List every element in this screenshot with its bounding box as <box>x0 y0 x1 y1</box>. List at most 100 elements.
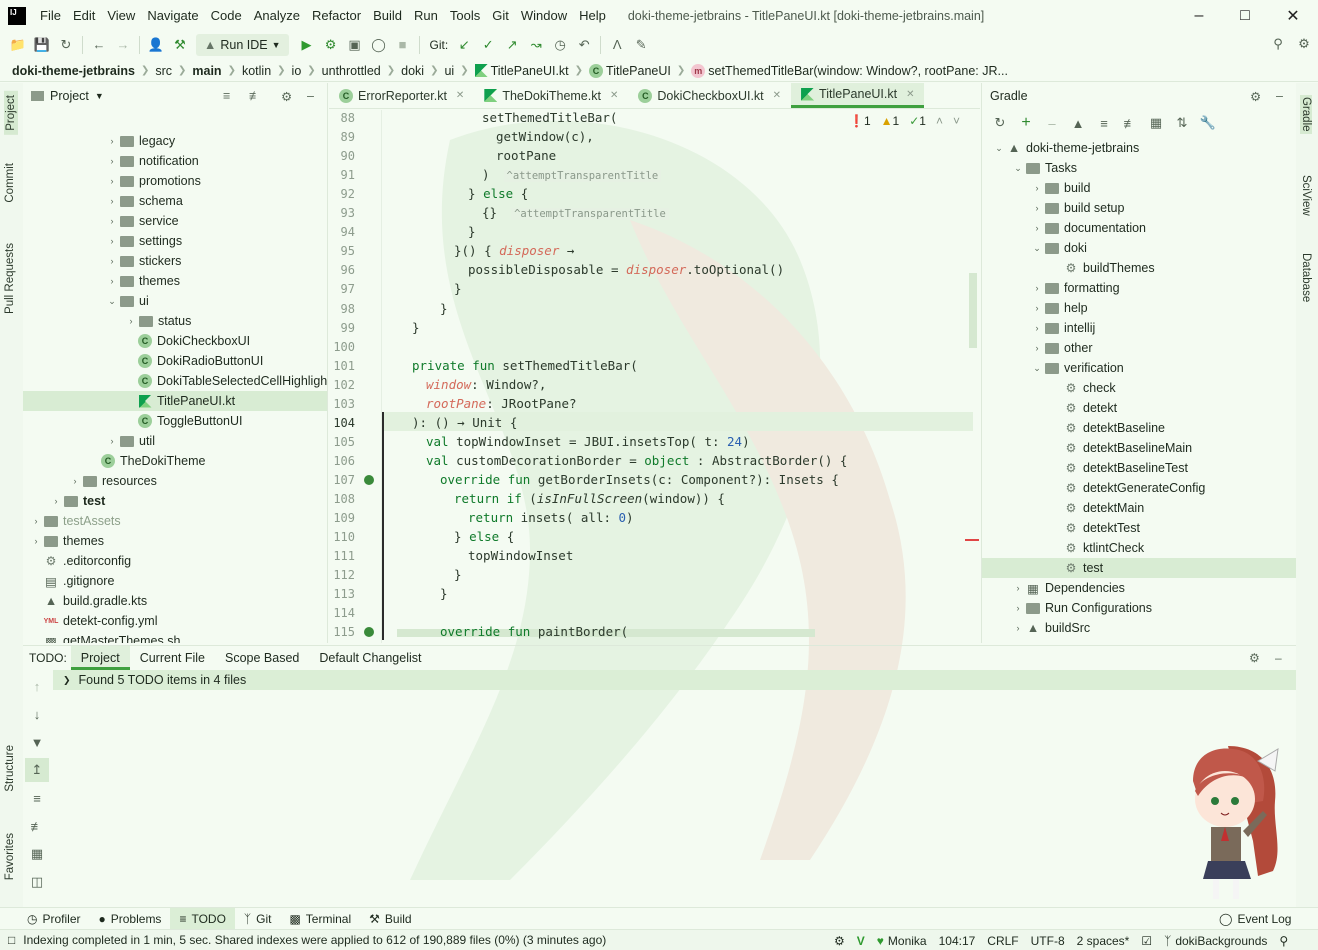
crumb-kotlin[interactable]: kotlin <box>242 64 271 78</box>
close-tab-icon[interactable]: ✕ <box>906 89 914 100</box>
crumb-project[interactable]: doki-theme-jetbrains <box>12 64 135 78</box>
readonly-lock-icon[interactable]: ⚲ <box>1279 934 1288 948</box>
menu-window[interactable]: Window <box>515 0 573 31</box>
expand-arrow-icon[interactable]: › <box>1011 583 1025 593</box>
expand-arrow-icon[interactable]: › <box>68 476 82 486</box>
search-icon[interactable]: ⚲ <box>1266 32 1290 56</box>
expand-arrow-icon[interactable]: ⌄ <box>105 296 119 307</box>
profile-icon[interactable]: ◯ <box>367 33 391 57</box>
gradle-tree-row[interactable]: › formatting <box>1030 278 1120 298</box>
panel-settings-icon[interactable]: ⚙ <box>1250 89 1261 104</box>
caret-position[interactable]: 104:17 <box>939 934 976 948</box>
git-update-icon[interactable]: ↙ <box>452 33 476 57</box>
stop-icon[interactable]: ■ <box>391 33 415 57</box>
tool-tab-favorites[interactable]: Favorites <box>4 833 16 880</box>
wrench-icon[interactable]: 🔧 <box>1196 111 1220 135</box>
tool-windows-toggle-icon[interactable]: □ <box>8 933 15 947</box>
expand-all-icon[interactable]: ≡ <box>25 786 49 810</box>
run-configuration-selector[interactable]: ▲ Run IDE ▼ <box>196 33 289 56</box>
todo-tab-current-file[interactable]: Current File <box>130 646 215 670</box>
expand-arrow-icon[interactable]: › <box>1030 303 1044 313</box>
expand-arrow-icon[interactable]: › <box>105 136 119 146</box>
next-todo-icon[interactable]: ↓ <box>25 702 49 726</box>
tool-event-log[interactable]: ◯ Event Log <box>1210 908 1300 930</box>
inspection-widget[interactable]: ❗1 ▲1 ✓1 ˄ ˅ <box>849 114 960 128</box>
build-hammer-icon[interactable]: ⚒ <box>168 33 192 57</box>
filter-icon[interactable]: ▼ <box>25 730 49 754</box>
gradle-tree-row[interactable]: ⚙ detektBaseline <box>1049 418 1165 438</box>
git-fetch-icon[interactable]: ↝ <box>524 33 548 57</box>
tool-git[interactable]: ᛉ Git <box>235 908 281 930</box>
minimize-button[interactable]: – <box>1176 0 1222 31</box>
project-tree-row[interactable]: › service <box>105 211 179 231</box>
vim-icon[interactable]: V <box>857 934 865 948</box>
project-panel-title[interactable]: Project <box>50 89 89 103</box>
override-gutter-icon[interactable] <box>364 474 374 485</box>
crumb-unthrottled[interactable]: unthrottled <box>322 64 381 78</box>
gradle-tree-row[interactable]: ⚙ detektGenerateConfig <box>1049 478 1206 498</box>
gradle-tree-row[interactable]: › build <box>1030 178 1091 198</box>
project-tree-row[interactable]: ▲ build.gradle.kts <box>29 591 147 611</box>
expand-arrow-icon[interactable]: › <box>105 276 119 286</box>
crumb-doki[interactable]: doki <box>401 64 424 78</box>
gradle-tree-row[interactable]: ⌄ ▲ doki-theme-jetbrains <box>992 138 1139 158</box>
expand-arrow-icon[interactable]: › <box>124 316 138 326</box>
project-tree-row[interactable]: › legacy <box>105 131 176 151</box>
project-tree-row[interactable]: C DokiCheckboxUI <box>123 331 250 351</box>
menu-refactor[interactable]: Refactor <box>306 0 367 31</box>
gradle-tree-row[interactable]: › ▦ Dependencies <box>1011 578 1125 598</box>
autoscroll-icon[interactable]: ↥ <box>25 758 49 782</box>
expand-arrow-icon[interactable]: › <box>49 496 63 506</box>
user-dropdown-icon[interactable]: 👤 <box>144 33 168 57</box>
todo-tab-default-changelist[interactable]: Default Changelist <box>309 646 431 670</box>
next-highlight-icon[interactable]: ˅ <box>953 114 960 128</box>
collapse-all-icon[interactable]: ≢ <box>249 89 262 103</box>
tool-problems[interactable]: ● Problems <box>90 908 171 930</box>
project-tree-row[interactable]: › status <box>124 311 192 331</box>
offline-icon[interactable]: ⇅ <box>1170 111 1194 135</box>
tool-profiler[interactable]: ◷ Profiler <box>18 908 90 930</box>
hide-panel-icon[interactable]: – <box>1275 651 1282 665</box>
pen-icon[interactable]: ✎ <box>629 33 653 57</box>
gradle-tree-row[interactable]: › documentation <box>1030 218 1147 238</box>
todo-result-row[interactable]: ❯ Found 5 TODO items in 4 files <box>53 670 1296 690</box>
theme-indicator[interactable]: ♥ Monika <box>877 934 927 948</box>
gradle-tree-row[interactable]: › intellij <box>1030 318 1096 338</box>
expand-arrow-icon[interactable]: › <box>1030 223 1044 233</box>
tool-tab-sciview[interactable]: SciView <box>1300 175 1312 216</box>
gradle-tree-row[interactable]: ⚙ detektMain <box>1049 498 1145 518</box>
crumb-method[interactable]: m setThemedTitleBar(window: Window?, root… <box>691 63 1008 78</box>
add-icon[interactable]: + <box>1014 111 1038 135</box>
menu-navigate[interactable]: Navigate <box>141 0 204 31</box>
crumb-io[interactable]: io <box>292 64 302 78</box>
background-tasks-icon[interactable]: ⚙ <box>834 934 845 948</box>
project-tree-row[interactable]: YML detekt-config.yml <box>29 611 158 631</box>
panel-settings-icon[interactable]: ⚙ <box>1249 651 1260 665</box>
expand-arrow-icon[interactable]: ⌄ <box>1030 363 1044 374</box>
open-folder-icon[interactable]: 📁 <box>6 33 30 57</box>
close-tab-icon[interactable]: ✕ <box>456 90 464 101</box>
project-tree-row[interactable]: › resources <box>68 471 157 491</box>
project-tree-row[interactable]: ▩ getMasterThemes.sh <box>29 631 180 643</box>
menu-code[interactable]: Code <box>205 0 248 31</box>
crumb-main[interactable]: main <box>192 64 221 78</box>
preview-icon[interactable]: ◫ <box>25 870 49 894</box>
menu-analyze[interactable]: Analyze <box>248 0 306 31</box>
rollback-icon[interactable]: ↶ <box>572 33 596 57</box>
chevron-down-icon[interactable]: ▼ <box>95 91 104 101</box>
tool-build[interactable]: ⚒ Build <box>360 908 420 930</box>
gradle-tree-row[interactable]: › build setup <box>1030 198 1125 218</box>
sync-icon[interactable]: ↻ <box>54 33 78 57</box>
override-gutter-icon[interactable] <box>364 627 374 638</box>
line-separator[interactable]: CRLF <box>987 934 1018 948</box>
git-branch[interactable]: ᛉ dokiBackgrounds <box>1164 934 1267 948</box>
tool-tab-pull-requests[interactable]: Pull Requests <box>4 243 16 314</box>
menu-view[interactable]: View <box>101 0 141 31</box>
group-by-icon[interactable]: ▦ <box>25 842 49 866</box>
expand-arrow-icon[interactable]: › <box>29 536 43 546</box>
expand-arrow-icon[interactable]: › <box>1011 623 1025 633</box>
project-tree-row[interactable]: › notification <box>105 151 199 171</box>
project-tree-row[interactable]: › stickers <box>105 251 182 271</box>
expand-arrow-icon[interactable]: › <box>1030 183 1044 193</box>
gradle-tree-row[interactable]: ⚙ ktlintCheck <box>1049 538 1145 558</box>
